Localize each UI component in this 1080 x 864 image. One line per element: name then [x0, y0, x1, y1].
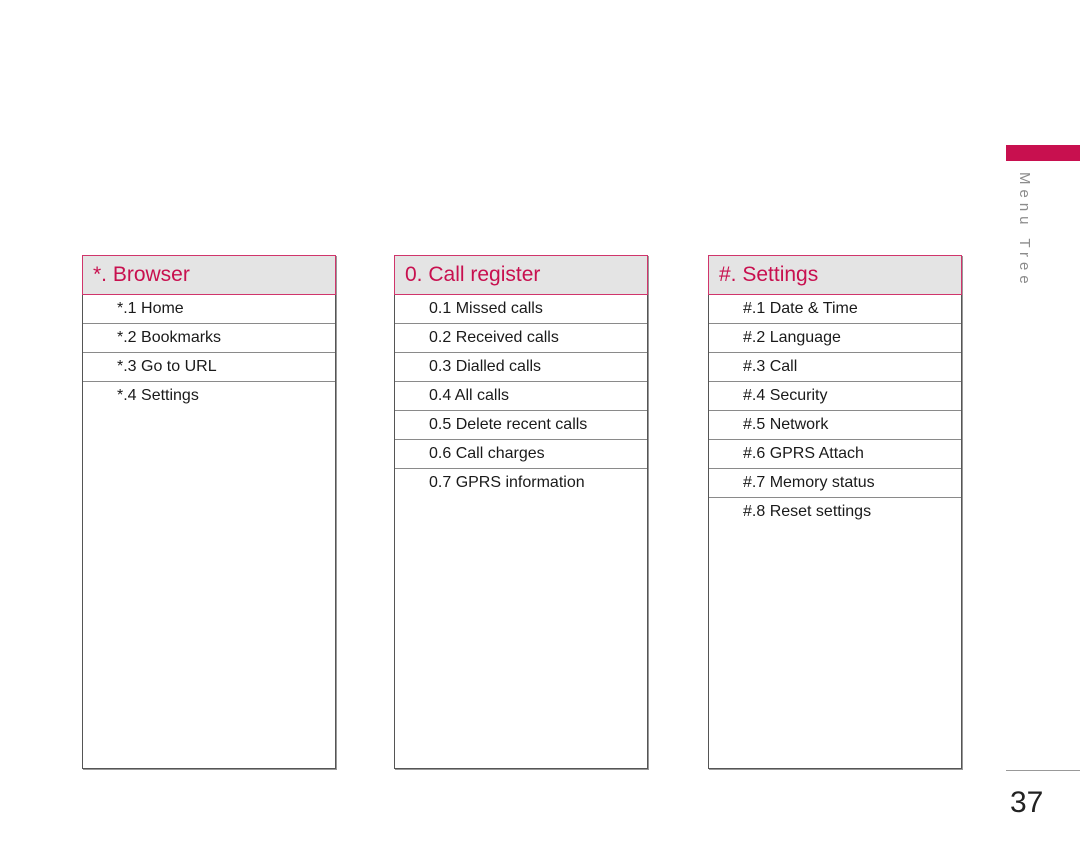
menu-item: #.8 Reset settings [743, 503, 872, 520]
page-number-rule [1006, 770, 1080, 771]
menu-item: *.3 Go to URL [83, 353, 335, 382]
menu-item: *.2 Bookmarks [83, 324, 335, 353]
panel-title: 0. Call register [394, 255, 648, 295]
panel-browser: *. Browser *.1 Home *.2 Bookmarks *.3 Go… [82, 255, 336, 769]
menu-item: #.6 GPRS Attach [709, 440, 961, 469]
menu-item: #.2 Language [709, 324, 961, 353]
panel-settings: #. Settings #.1 Date & Time #.2 Language… [708, 255, 962, 769]
menu-item: 0.5 Delete recent calls [395, 411, 647, 440]
menu-item: 0.4 All calls [395, 382, 647, 411]
menu-item: 0.3 Dialled calls [395, 353, 647, 382]
page-number: 37 [1010, 786, 1044, 819]
menu-item: *.1 Home [83, 295, 335, 324]
section-label: Menu Tree [1016, 172, 1033, 289]
panel-title: *. Browser [82, 255, 336, 295]
menu-item: #.4 Security [709, 382, 961, 411]
menu-item: #.5 Network [709, 411, 961, 440]
menu-item: 0.6 Call charges [395, 440, 647, 469]
menu-item: #.7 Memory status [709, 469, 961, 498]
menu-list: 0.1 Missed calls 0.2 Received calls 0.3 … [395, 295, 647, 498]
menu-list: *.1 Home *.2 Bookmarks *.3 Go to URL *.4… [83, 295, 335, 411]
panel-title: #. Settings [708, 255, 962, 295]
menu-item: #.3 Call [709, 353, 961, 382]
panel-call-register: 0. Call register 0.1 Missed calls 0.2 Re… [394, 255, 648, 769]
menu-item: #.1 Date & Time [709, 295, 961, 324]
menu-item: 0.1 Missed calls [395, 295, 647, 324]
menu-item: *.4 Settings [117, 387, 199, 404]
menu-item: 0.2 Received calls [395, 324, 647, 353]
section-tab-marker [1006, 145, 1080, 161]
menu-list: #.1 Date & Time #.2 Language #.3 Call #.… [709, 295, 961, 527]
menu-item: 0.7 GPRS information [429, 474, 585, 491]
